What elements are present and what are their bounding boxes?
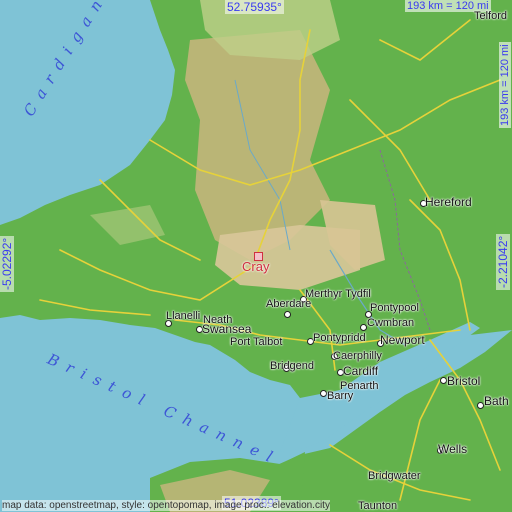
place-dot (320, 390, 327, 397)
place-bridgend: Bridgend (270, 360, 315, 372)
place-bath: Bath (484, 394, 509, 408)
location-label[interactable]: Cray (242, 259, 269, 274)
place-wells: Wells (438, 442, 468, 456)
place-dot (284, 311, 291, 318)
place-newport: Newport (380, 333, 425, 347)
place-dot (360, 324, 367, 331)
place-pontypool: Pontypool (370, 302, 419, 314)
place-telford: Telford (474, 10, 508, 22)
place-dot (477, 402, 484, 409)
place-dot (440, 377, 447, 384)
place-swansea: Swansea (202, 322, 252, 336)
coord-top: 52.75935° (225, 0, 284, 14)
coord-right: -2.21042° (496, 233, 510, 290)
place-taunton: Taunton (358, 500, 398, 512)
scale-right: 193 km = 120 mi (499, 42, 511, 128)
place-cwmbran: Cwmbran (367, 317, 415, 329)
place-llanelli: Llanelli (166, 310, 201, 322)
place-aberdare: Aberdare (266, 298, 312, 310)
coord-left: -5.02292° (0, 235, 14, 292)
place-pontypridd: Pontypridd (313, 332, 366, 344)
place-hereford: Hereford (425, 195, 472, 209)
place-cardiff: Cardiff (343, 364, 379, 378)
place-port-talbot: Port Talbot (230, 336, 283, 348)
place-bridgwater: Bridgwater (368, 470, 421, 482)
place-caerphilly: Caerphilly (333, 350, 382, 362)
place-barry: Barry (327, 390, 354, 402)
map-credit: map data: openstreetmap, style: opentopo… (2, 500, 330, 511)
place-merthyr: Merthyr Tydfil (305, 288, 371, 300)
place-bristol: Bristol (447, 374, 481, 388)
